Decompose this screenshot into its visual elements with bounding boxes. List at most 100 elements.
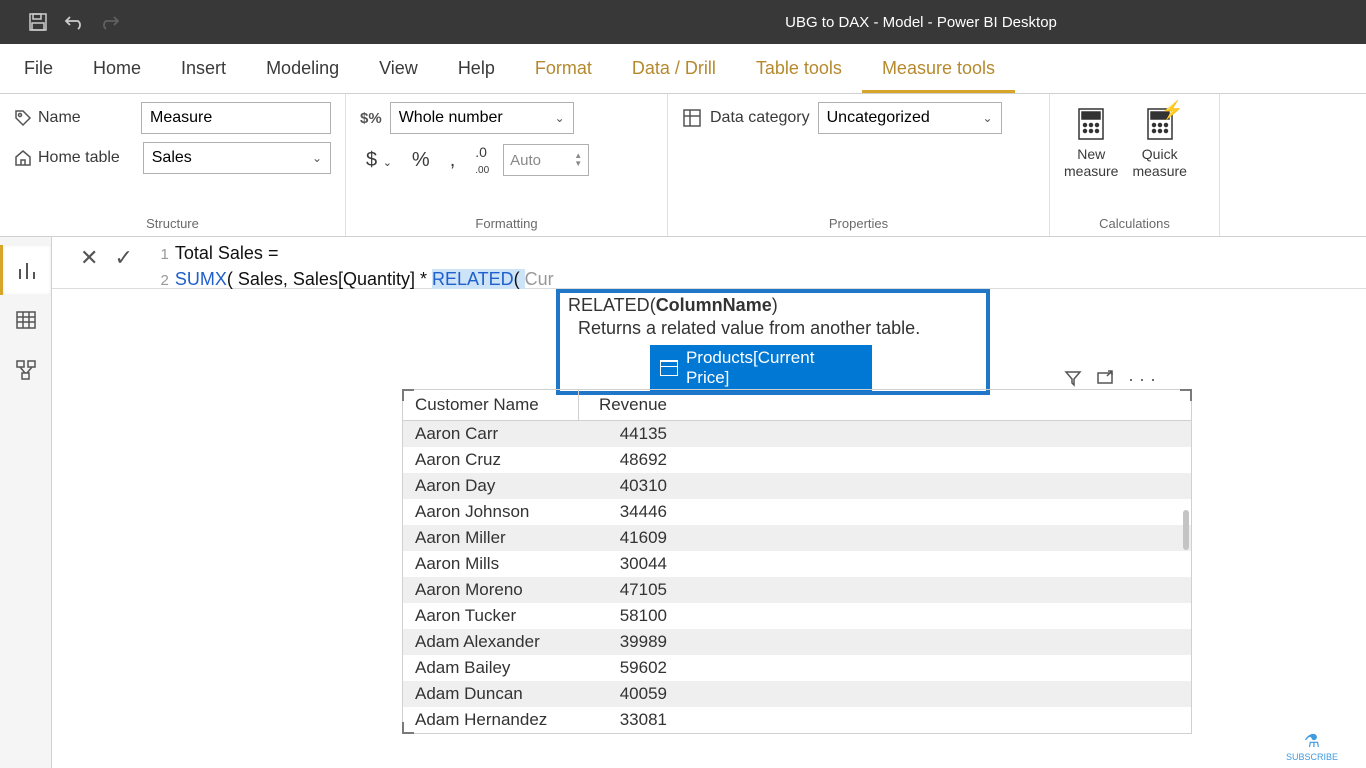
cell-name: Adam Alexander bbox=[403, 629, 579, 655]
resize-handle-bl[interactable] bbox=[402, 722, 414, 734]
name-input[interactable] bbox=[141, 102, 331, 134]
decimals-button[interactable]: .0.00 bbox=[469, 142, 495, 178]
menu-table-tools[interactable]: Table tools bbox=[736, 46, 862, 93]
ribbon: Name Home table Sales Structure $% Whole… bbox=[0, 94, 1366, 237]
workspace: ✕ ✓ 1Total Sales = 2SUMX( Sales, Sales[Q… bbox=[0, 237, 1366, 768]
name-label: Name bbox=[38, 109, 81, 127]
category-select[interactable]: Uncategorized bbox=[818, 102, 1002, 134]
calculator-icon bbox=[1073, 106, 1109, 142]
cell-name: Aaron Miller bbox=[403, 525, 579, 551]
structure-group-label: Structure bbox=[14, 213, 331, 234]
model-view-button[interactable] bbox=[0, 345, 51, 395]
table-row[interactable]: Aaron Moreno47105 bbox=[403, 577, 1191, 603]
category-label: Data category bbox=[710, 109, 810, 127]
table-row[interactable]: Aaron Cruz48692 bbox=[403, 447, 1191, 473]
resize-handle-tr[interactable] bbox=[1180, 389, 1192, 401]
table-row[interactable]: Aaron Tucker58100 bbox=[403, 603, 1191, 629]
cell-revenue: 59602 bbox=[579, 655, 679, 681]
cell-name: Aaron Carr bbox=[403, 421, 579, 447]
redo-icon[interactable] bbox=[100, 12, 120, 32]
decimals-input[interactable]: Auto ▲▼ bbox=[503, 144, 589, 176]
quick-measure-button[interactable]: ⚡ Quick measure bbox=[1132, 106, 1186, 180]
table-row[interactable]: Aaron Day40310 bbox=[403, 473, 1191, 499]
scrollbar-thumb[interactable] bbox=[1183, 510, 1189, 550]
menu-format[interactable]: Format bbox=[515, 46, 612, 93]
table-row[interactable]: Adam Bailey59602 bbox=[403, 655, 1191, 681]
cell-revenue: 30044 bbox=[579, 551, 679, 577]
format-icon: $% bbox=[360, 110, 382, 127]
new-measure-label: New measure bbox=[1064, 146, 1118, 180]
undo-icon[interactable] bbox=[64, 12, 84, 32]
cell-revenue: 41609 bbox=[579, 525, 679, 551]
cell-revenue: 33081 bbox=[579, 707, 679, 733]
commit-formula-button[interactable]: ✓ bbox=[106, 241, 140, 275]
ribbon-group-properties: Data category Uncategorized Properties bbox=[668, 94, 1050, 236]
cell-revenue: 39989 bbox=[579, 629, 679, 655]
table-row[interactable]: Aaron Mills30044 bbox=[403, 551, 1191, 577]
column-header-revenue[interactable]: Revenue bbox=[579, 390, 679, 420]
intellisense-signature: RELATED(ColumnName) bbox=[560, 293, 986, 316]
formula-editor[interactable]: 1Total Sales = 2SUMX( Sales, Sales[Quant… bbox=[151, 241, 554, 293]
menu-modeling[interactable]: Modeling bbox=[246, 46, 359, 93]
filter-icon[interactable] bbox=[1064, 369, 1082, 390]
report-canvas[interactable]: · · · RELATED(ColumnName) Returns a rela… bbox=[52, 289, 1366, 768]
table-body: Aaron Carr44135Aaron Cruz48692Aaron Day4… bbox=[403, 421, 1191, 733]
cell-name: Adam Bailey bbox=[403, 655, 579, 681]
formula-bar: ✕ ✓ 1Total Sales = 2SUMX( Sales, Sales[Q… bbox=[52, 237, 1366, 289]
cell-revenue: 40059 bbox=[579, 681, 679, 707]
cell-name: Aaron Cruz bbox=[403, 447, 579, 473]
data-view-button[interactable] bbox=[0, 295, 51, 345]
comma-button[interactable]: , bbox=[444, 147, 462, 174]
cell-name: Aaron Johnson bbox=[403, 499, 579, 525]
new-measure-button[interactable]: New measure bbox=[1064, 106, 1118, 180]
table-row[interactable]: Aaron Carr44135 bbox=[403, 421, 1191, 447]
table-row[interactable]: Adam Hernandez33081 bbox=[403, 707, 1191, 733]
titlebar: UBG to DAX - Model - Power BI Desktop bbox=[0, 0, 1366, 44]
table-row[interactable]: Aaron Johnson34446 bbox=[403, 499, 1191, 525]
cell-name: Aaron Tucker bbox=[403, 603, 579, 629]
cell-name: Aaron Day bbox=[403, 473, 579, 499]
table-row[interactable]: Adam Alexander39989 bbox=[403, 629, 1191, 655]
home-table-label: Home table bbox=[38, 149, 120, 167]
menubar: File Home Insert Modeling View Help Form… bbox=[0, 44, 1366, 94]
report-view-button[interactable] bbox=[0, 245, 51, 295]
save-icon[interactable] bbox=[28, 12, 48, 32]
table-row[interactable]: Aaron Miller41609 bbox=[403, 525, 1191, 551]
properties-group-label: Properties bbox=[682, 213, 1035, 234]
menu-measure-tools[interactable]: Measure tools bbox=[862, 46, 1015, 93]
category-icon bbox=[682, 108, 702, 128]
intellisense-suggestion[interactable]: Products[Current Price] bbox=[650, 345, 872, 391]
cell-revenue: 58100 bbox=[579, 603, 679, 629]
cell-name: Aaron Moreno bbox=[403, 577, 579, 603]
more-icon[interactable]: · · · bbox=[1128, 369, 1156, 390]
view-bar bbox=[0, 237, 52, 768]
resize-handle-tl[interactable] bbox=[402, 389, 414, 401]
calculations-group-label: Calculations bbox=[1064, 213, 1205, 234]
table-row[interactable]: Adam Duncan40059 bbox=[403, 681, 1191, 707]
quick-measure-label: Quick measure bbox=[1132, 146, 1186, 180]
cell-name: Adam Duncan bbox=[403, 681, 579, 707]
column-header-name[interactable]: Customer Name bbox=[403, 390, 579, 420]
percent-button[interactable]: % bbox=[406, 147, 436, 174]
column-icon bbox=[660, 360, 678, 376]
menu-help[interactable]: Help bbox=[438, 46, 515, 93]
format-select[interactable]: Whole number bbox=[390, 102, 574, 134]
menu-insert[interactable]: Insert bbox=[161, 46, 246, 93]
menu-view[interactable]: View bbox=[359, 46, 438, 93]
home-icon bbox=[14, 149, 32, 167]
menu-file[interactable]: File bbox=[4, 46, 73, 93]
tag-icon bbox=[14, 109, 32, 127]
cancel-formula-button[interactable]: ✕ bbox=[72, 241, 106, 275]
ribbon-group-formatting: $% Whole number $ ⌄ % , .0.00 Auto ▲▼ Fo… bbox=[346, 94, 668, 236]
intellisense-description: Returns a related value from another tab… bbox=[560, 316, 986, 345]
menu-data-drill[interactable]: Data / Drill bbox=[612, 46, 736, 93]
menu-home[interactable]: Home bbox=[73, 46, 161, 93]
currency-button[interactable]: $ ⌄ bbox=[360, 147, 398, 174]
table-header: Customer Name Revenue bbox=[403, 390, 1191, 421]
table-visual[interactable]: Customer Name Revenue Aaron Carr44135Aar… bbox=[402, 389, 1192, 734]
focus-icon[interactable] bbox=[1096, 369, 1114, 390]
cell-revenue: 34446 bbox=[579, 499, 679, 525]
cell-revenue: 40310 bbox=[579, 473, 679, 499]
cell-revenue: 47105 bbox=[579, 577, 679, 603]
home-table-select[interactable]: Sales bbox=[143, 142, 331, 174]
